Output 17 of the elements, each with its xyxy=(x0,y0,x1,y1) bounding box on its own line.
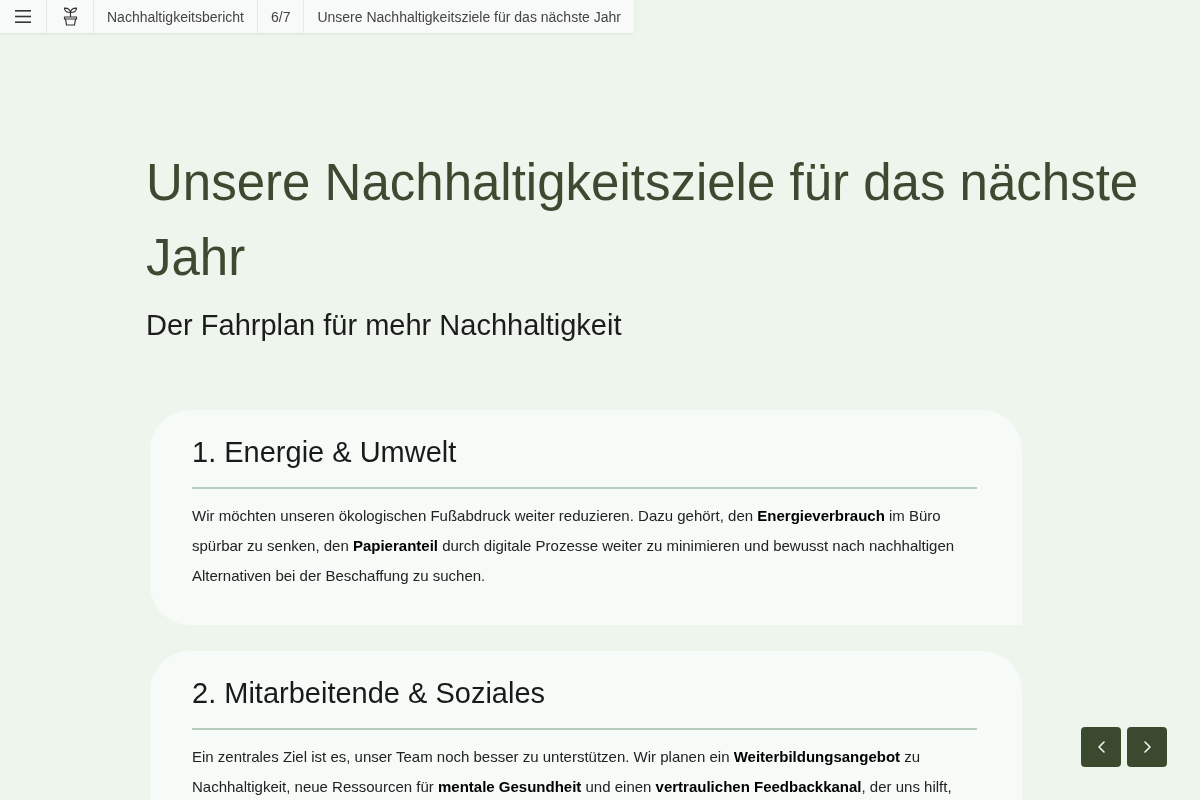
page-title: Unsere Nachhaltigkeitsziele für das nächste Jahr xyxy=(304,0,634,33)
next-button[interactable] xyxy=(1127,727,1167,767)
menu-icon xyxy=(15,10,31,23)
chevron-left-icon xyxy=(1097,741,1105,753)
chevron-right-icon xyxy=(1143,741,1151,753)
potted-plant-icon xyxy=(62,7,78,26)
section-title: 1. Energie & Umwelt xyxy=(192,435,458,470)
page-indicator: 6/7 xyxy=(257,0,305,33)
home-button[interactable] xyxy=(47,0,94,33)
previous-button[interactable] xyxy=(1081,727,1121,767)
menu-button[interactable] xyxy=(0,0,47,33)
report-title: Nachhaltigkeitsbericht xyxy=(94,0,258,33)
section-text: Ein zentrales Ziel ist es, unser Team noch besser zu unterstützen. Wir planen ein Weiterbildungsangebot zu Nachhaltigkeit, neue Ressourcen für mentale Gesundheit und einen vertraulichen Feedbackkanal, der uns hilft, xyxy=(192,747,953,797)
slide-subheading: Der Fahrplan für mehr Nachhaltigkeit xyxy=(146,308,623,343)
section-text: Wir möchten unseren ökologischen Fußabdruck weiter reduzieren. Dazu gehört, den Energieverbrauch im Büro spürbar zu senken, den Papieranteil durch digitale Prozesse weiter zu minimieren und bewusst nach nachhaltigen Alternativen bei der Beschaffung zu suchen. xyxy=(192,506,956,586)
slide-heading: Unsere Nachhaltigkeitsziele für das nächste Jahr xyxy=(146,153,1140,288)
section-title: 2. Mitarbeitende & Soziales xyxy=(192,676,547,711)
